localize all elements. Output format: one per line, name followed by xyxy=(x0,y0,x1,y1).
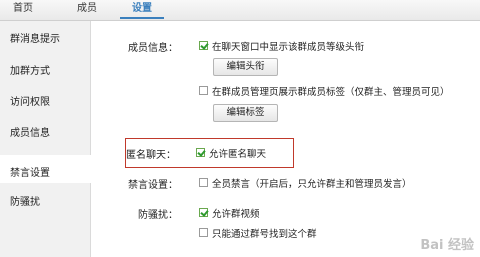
mute-settings-label: 禁言设置： xyxy=(128,180,178,191)
mute-all-checkbox[interactable] xyxy=(199,178,208,187)
anti-harassment-label: 防骚扰： xyxy=(138,210,178,221)
sidebar-item-join-method[interactable]: 加群方式 xyxy=(10,62,50,77)
sidebar-item-member-info[interactable]: 成员信息 xyxy=(10,124,50,139)
mute-all-text: 全员禁言（开启后，只允许群主和管理员发言） xyxy=(212,179,412,190)
watermark: Bai 经验 xyxy=(420,238,474,253)
sidebar: 群消息提示 加群方式 访问权限 成员信息 禁言设置 防骚扰 xyxy=(0,21,91,257)
find-by-number-only-checkbox[interactable] xyxy=(199,228,208,237)
show-member-tag-text: 在群成员管理页展示群成员标签（仅群主、管理员可见） xyxy=(212,87,450,98)
edit-tag-button[interactable]: 编辑标签 xyxy=(213,104,278,122)
allow-anonymous-checkbox[interactable] xyxy=(196,148,205,157)
show-member-tag-checkbox[interactable] xyxy=(199,86,208,95)
anonymous-chat-label: 匿名聊天： xyxy=(126,150,176,161)
sidebar-item-mute-settings[interactable]: 禁言设置 xyxy=(10,164,50,179)
top-tab-bar: 首页 成员 设置 xyxy=(0,0,480,21)
active-tab-indicator xyxy=(120,17,164,19)
show-member-title-checkbox[interactable] xyxy=(199,41,208,50)
tab-members[interactable]: 成员 xyxy=(62,0,112,20)
tab-home[interactable]: 首页 xyxy=(0,0,46,20)
allow-group-video-text: 允许群视频 xyxy=(212,209,260,220)
sidebar-item-anti-harassment[interactable]: 防骚扰 xyxy=(10,193,40,208)
sidebar-item-group-message-notify[interactable]: 群消息提示 xyxy=(10,30,60,45)
show-member-title-text: 在聊天窗口中显示该群成员等级头衔 xyxy=(212,42,365,53)
allow-group-video-checkbox[interactable] xyxy=(199,208,208,217)
edit-title-button[interactable]: 编辑头衔 xyxy=(213,58,278,76)
sidebar-item-access-permission[interactable]: 访问权限 xyxy=(10,93,50,108)
member-info-label: 成员信息： xyxy=(128,43,178,54)
allow-anonymous-text: 允许匿名聊天 xyxy=(209,149,267,160)
find-by-number-only-text: 只能通过群号找到这个群 xyxy=(212,229,317,240)
